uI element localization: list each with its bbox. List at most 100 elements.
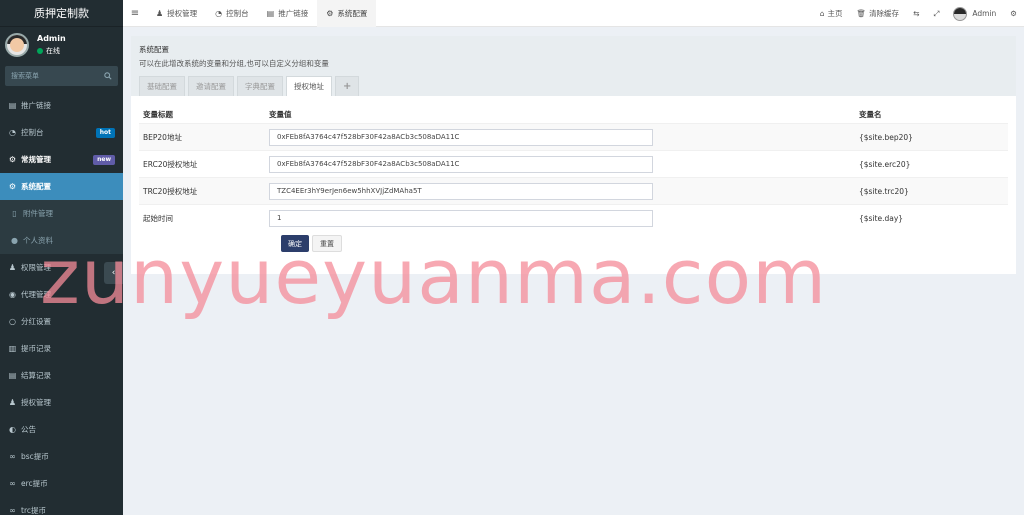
sidebar-item-label: 分红设置 bbox=[21, 317, 51, 326]
tab-authorization[interactable]: ♟ 授权管理 bbox=[147, 0, 206, 27]
clear-cache-button[interactable]: 🗑 清除缓存 bbox=[850, 8, 907, 19]
table-header: 变量标题 变量值 变量名 bbox=[139, 106, 1008, 123]
menu-toggle-icon[interactable]: ≡ bbox=[123, 8, 147, 19]
sidebar-item-settlement[interactable]: ▤ 结算记录 bbox=[0, 362, 123, 389]
sidebar-item-attachments[interactable]: ▯ 附件管理 bbox=[0, 200, 123, 227]
sidebar-item-authorization[interactable]: ♟ 授权管理 bbox=[0, 389, 123, 416]
translate-icon: ⇆ bbox=[913, 9, 920, 18]
list-icon: ▥ bbox=[8, 344, 17, 353]
hot-badge: hot bbox=[95, 127, 115, 138]
start-time-input[interactable]: 1 bbox=[269, 209, 653, 227]
confirm-button[interactable]: 确定 bbox=[281, 235, 309, 252]
sidebar-item-label: 个人资料 bbox=[23, 236, 53, 245]
table-row: 起始时间 1 {$site.day} bbox=[139, 204, 1008, 231]
gear-icon: ⚙ bbox=[8, 182, 17, 191]
group-icon: ♟ bbox=[156, 8, 164, 18]
clear-cache-label: 清除缓存 bbox=[869, 9, 900, 18]
add-tab-button[interactable]: + bbox=[335, 76, 360, 96]
sidebar-item-erc-withdraw[interactable]: ∞ erc提币 bbox=[0, 470, 123, 497]
reset-button[interactable]: 重置 bbox=[312, 235, 342, 252]
sidebar-item-label: 公告 bbox=[21, 425, 36, 434]
avatar bbox=[953, 6, 968, 21]
user-status-label: 在线 bbox=[46, 46, 60, 55]
sidebar-item-announcement[interactable]: ◐ 公告 bbox=[0, 416, 123, 443]
column-header: 变量值 bbox=[269, 110, 292, 119]
sidebar-search-input[interactable]: 搜索菜单 bbox=[5, 66, 118, 86]
gear-icon: ⚙ bbox=[326, 8, 334, 18]
variable-title: BEP20地址 bbox=[143, 132, 182, 142]
app-brand[interactable]: 质押定制款 bbox=[0, 0, 123, 27]
list-icon: ▤ bbox=[8, 371, 17, 380]
group-icon: ♟ bbox=[8, 263, 17, 272]
column-header: 变量标题 bbox=[143, 110, 173, 119]
sidebar-item-withdraw-records[interactable]: ▥ 提币记录 bbox=[0, 335, 123, 362]
variable-title: ERC20授权地址 bbox=[143, 159, 198, 169]
sidebar-item-dashboard[interactable]: ◔ 控制台 hot bbox=[0, 119, 123, 146]
erc20-address-input[interactable]: 0xFEb8fA3764c47f528bF30F42a8ACb3c508aDA1… bbox=[269, 155, 653, 173]
tab-label: 控制台 bbox=[226, 8, 249, 18]
form-actions: 确定 重置 bbox=[139, 235, 1008, 252]
gears-icon: ⚙ bbox=[1010, 9, 1017, 18]
config-panel: 系统配置 可以在此增改系统的变量和分组,也可以自定义分组和变量 基础配置 邀请配… bbox=[131, 36, 1016, 274]
sidebar-item-promo-link[interactable]: ▤ 推广链接 bbox=[0, 92, 123, 119]
sidebar-item-bsc-withdraw[interactable]: ∞ bsc提币 bbox=[0, 443, 123, 470]
sidebar-item-system-config[interactable]: ⚙ 系统配置 bbox=[0, 173, 123, 200]
panel-header: 系统配置 可以在此增改系统的变量和分组,也可以自定义分组和变量 基础配置 邀请配… bbox=[131, 36, 1016, 96]
avatar bbox=[5, 32, 29, 57]
sidebar-item-label: 推广链接 bbox=[21, 101, 51, 110]
variable-name: {$site.erc20} bbox=[859, 159, 911, 169]
table-row: BEP20地址 0xFEb8fA3764c47f528bF30F42a8ACb3… bbox=[139, 123, 1008, 150]
tab-label: 授权管理 bbox=[167, 8, 198, 18]
tab-dictionary-config[interactable]: 字典配置 bbox=[237, 76, 283, 96]
sidebar-item-profile[interactable]: ● 个人资料 bbox=[0, 227, 123, 254]
half-circle-icon: ◐ bbox=[9, 425, 16, 434]
file-icon: ▤ bbox=[266, 8, 275, 18]
home-label: 主页 bbox=[827, 9, 843, 18]
variable-title: TRC20授权地址 bbox=[143, 186, 198, 196]
trc20-address-input[interactable]: TZC4EEr3hY9erJen6ew5hhXVJjZdMAha5T bbox=[269, 182, 653, 200]
trash-icon: 🗑 bbox=[856, 9, 867, 18]
table-row: ERC20授权地址 0xFEb8fA3764c47f528bF30F42a8AC… bbox=[139, 150, 1008, 177]
tab-promo-link[interactable]: ▤ 推广链接 bbox=[258, 0, 318, 27]
fullscreen-button[interactable]: ⤢ bbox=[926, 9, 946, 19]
config-table: 变量标题 变量值 变量名 BEP20地址 0xFEb8fA3764c47f528… bbox=[131, 106, 1016, 252]
link-icon: ∞ bbox=[9, 452, 16, 461]
sidebar-item-agents[interactable]: ◉ 代理管理 bbox=[0, 281, 123, 308]
settings-button[interactable]: ⚙ bbox=[1003, 9, 1024, 18]
circle-icon: ○ bbox=[9, 317, 16, 326]
tab-label: 推广链接 bbox=[278, 8, 309, 18]
sidebar-item-label: 附件管理 bbox=[23, 209, 53, 218]
fullscreen-icon: ⤢ bbox=[933, 8, 940, 18]
tab-auth-address[interactable]: 授权地址 bbox=[286, 76, 332, 96]
sidebar-item-label: 提币记录 bbox=[21, 344, 51, 353]
variable-name: {$site.day} bbox=[859, 213, 904, 223]
variable-name: {$site.trc20} bbox=[859, 186, 909, 196]
tab-dashboard[interactable]: ◔ 控制台 bbox=[206, 0, 257, 27]
home-link[interactable]: ⌂ 主页 bbox=[813, 8, 850, 19]
sidebar-item-label: erc提币 bbox=[21, 479, 48, 488]
tab-system-config[interactable]: ⚙ 系统配置 bbox=[317, 0, 377, 27]
tab-label: 系统配置 bbox=[337, 8, 368, 18]
online-dot-icon bbox=[37, 47, 43, 54]
search-icon[interactable] bbox=[104, 72, 112, 80]
tab-invite-config[interactable]: 邀请配置 bbox=[188, 76, 234, 96]
sidebar-collapse-chevron-icon[interactable]: ‹ bbox=[104, 262, 123, 284]
home-icon: ⌂ bbox=[819, 9, 825, 18]
sidebar-item-label: 系统配置 bbox=[21, 182, 51, 191]
tab-basic-config[interactable]: 基础配置 bbox=[139, 76, 185, 96]
sidebar: 质押定制款 Admin 在线 搜索菜单 ▤ 推广链接 ◔ 控制台 hot ⚙ 常规管理 n… bbox=[0, 0, 123, 515]
file-icon: ▤ bbox=[8, 101, 17, 110]
sidebar-item-general[interactable]: ⚙ 常规管理 new bbox=[0, 146, 123, 173]
translate-button[interactable]: ⇆ bbox=[906, 9, 926, 18]
bep20-address-input[interactable]: 0xFEb8fA3764c47f528bF30F42a8ACb3c508aDA1… bbox=[269, 128, 653, 146]
user-status: 在线 bbox=[37, 46, 66, 56]
user-name: Admin bbox=[972, 9, 997, 18]
user-name: Admin bbox=[37, 33, 66, 43]
panel-description: 可以在此增改系统的变量和分组,也可以自定义分组和变量 bbox=[139, 59, 329, 68]
sidebar-item-dividend[interactable]: ○ 分红设置 bbox=[0, 308, 123, 335]
sidebar-item-label: 权限管理 bbox=[21, 263, 51, 272]
sidebar-item-label: bsc提币 bbox=[21, 452, 49, 461]
sidebar-item-trc-withdraw[interactable]: ∞ trc提币 bbox=[0, 497, 123, 515]
user-menu[interactable]: Admin bbox=[946, 6, 1003, 21]
sidebar-item-label: trc提币 bbox=[21, 506, 46, 515]
